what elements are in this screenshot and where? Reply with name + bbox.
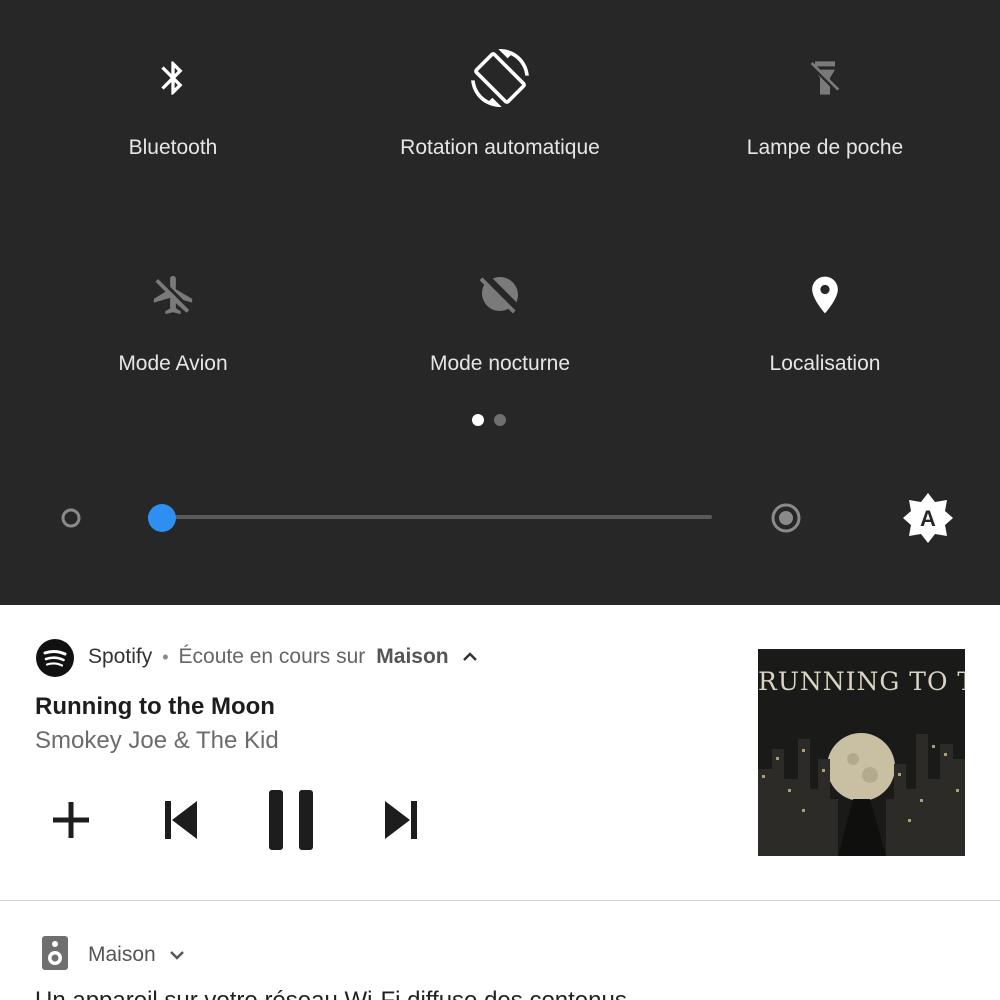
- tile-bluetooth[interactable]: Bluetooth: [23, 48, 323, 178]
- app-name: Spotify: [88, 645, 153, 668]
- brightness-low-icon: [61, 508, 81, 528]
- speaker-icon: [42, 936, 68, 970]
- header-subtext: Écoute en cours sur: [178, 645, 366, 668]
- tile-label: Bluetooth: [128, 136, 218, 159]
- add-button[interactable]: [40, 785, 102, 855]
- skip-previous-icon: [165, 801, 197, 839]
- tile-label: Mode Avion: [118, 352, 228, 375]
- media-notification[interactable]: Spotify • Écoute en cours sur Maison Run…: [0, 605, 1000, 900]
- page-dot-active: [472, 414, 484, 426]
- auto-brightness-label: A: [920, 506, 936, 531]
- pause-button[interactable]: [258, 785, 324, 855]
- auto-brightness-button[interactable]: A: [902, 492, 954, 544]
- header-separator: •: [162, 646, 169, 667]
- app-name: Maison: [88, 943, 156, 966]
- brightness-high-icon: [771, 503, 801, 533]
- cast-notification[interactable]: Maison Un appareil sur votre réseau Wi-F…: [0, 901, 1000, 1000]
- collapse-chevron-icon[interactable]: [461, 650, 479, 664]
- tile-airplane-mode[interactable]: Mode Avion: [23, 265, 323, 395]
- location-pin-icon: [795, 265, 855, 325]
- artist-name: Smokey Joe & The Kid: [35, 727, 279, 754]
- next-button[interactable]: [370, 785, 432, 855]
- brightness-slider-thumb[interactable]: [148, 504, 176, 532]
- album-art: RUNNING TO THE MOON: [758, 649, 965, 856]
- tile-label: Mode nocturne: [429, 352, 571, 375]
- tile-label: Rotation automatique: [400, 136, 600, 159]
- expand-chevron-icon[interactable]: [168, 948, 186, 962]
- previous-button[interactable]: [150, 785, 212, 855]
- bluetooth-icon: [143, 48, 203, 108]
- tile-label: Localisation: [769, 352, 881, 375]
- tile-location[interactable]: Localisation: [675, 265, 975, 395]
- spotify-logo-icon: [36, 639, 74, 677]
- tile-flashlight[interactable]: Lampe de poche: [675, 48, 975, 178]
- add-icon: [53, 802, 89, 838]
- tile-night-mode[interactable]: Mode nocturne: [350, 265, 650, 395]
- night-mode-off-icon: [470, 265, 530, 325]
- page-dot: [494, 414, 506, 426]
- brightness-slider-track[interactable]: [162, 515, 712, 519]
- notification-header[interactable]: Spotify • Écoute en cours sur Maison: [88, 645, 479, 669]
- notification-header[interactable]: Maison: [88, 943, 186, 967]
- tile-label: Lampe de poche: [746, 136, 904, 159]
- pause-icon: [269, 790, 313, 850]
- skip-next-icon: [385, 801, 417, 839]
- flashlight-icon: [795, 48, 855, 108]
- notification-body: Un appareil sur votre réseau Wi-Fi diffu…: [35, 987, 627, 1000]
- quick-settings-panel: Bluetooth Rotation automatique Lampe de …: [0, 0, 1000, 605]
- screen-rotation-icon: [470, 48, 530, 108]
- page-indicator: [472, 414, 506, 426]
- tile-auto-rotate[interactable]: Rotation automatique: [350, 48, 650, 178]
- airplane-off-icon: [143, 265, 203, 325]
- album-art-title: RUNNING TO THE MOON: [758, 667, 965, 696]
- song-title: Running to the Moon: [35, 693, 275, 720]
- cast-device-name: Maison: [376, 645, 449, 668]
